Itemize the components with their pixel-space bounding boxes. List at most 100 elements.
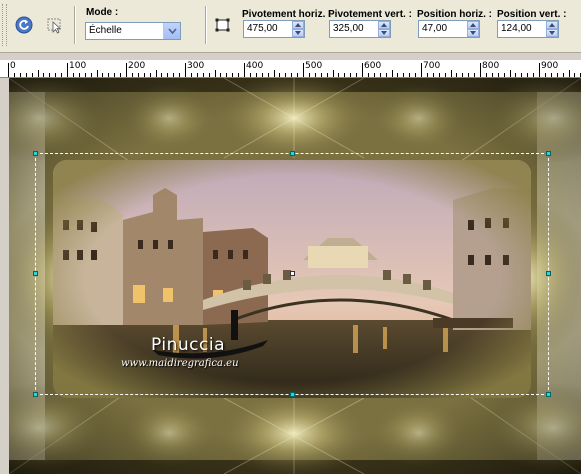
spin-down-icon	[549, 31, 555, 35]
spin-up-icon	[381, 23, 387, 27]
ruler-minor-tick	[373, 73, 375, 77]
ruler-major-tick	[539, 63, 540, 77]
ruler-minor-tick	[31, 73, 33, 77]
ruler-minor-tick	[137, 73, 139, 77]
ruler-label: 0	[10, 61, 16, 71]
position-horiz-down[interactable]	[467, 29, 479, 37]
ruler-minor-tick	[155, 70, 157, 77]
ruler-minor-tick	[509, 70, 511, 77]
pivot-horiz-label: Pivotement horiz. :	[242, 9, 332, 20]
ruler-minor-tick	[149, 73, 151, 77]
deform-bounding-box[interactable]	[33, 151, 551, 397]
toolbar-separator	[205, 6, 207, 44]
pivot-horiz-input[interactable]: 475,00	[243, 20, 305, 38]
ruler-label: 800	[482, 61, 500, 71]
ruler-minor-tick	[403, 73, 405, 77]
frame-button[interactable]	[212, 14, 234, 36]
ruler-minor-tick	[273, 70, 275, 77]
ruler-minor-tick	[533, 73, 535, 77]
handle-top-center[interactable]	[290, 151, 295, 156]
handle-middle-right[interactable]	[546, 271, 551, 276]
ruler-minor-tick	[78, 73, 80, 77]
ruler-minor-tick	[108, 73, 110, 77]
pivot-vert-input[interactable]: 325,00	[329, 20, 391, 38]
ruler-minor-tick	[521, 73, 523, 77]
ruler-minor-tick	[515, 73, 517, 77]
ruler-minor-tick	[338, 73, 340, 77]
ruler-minor-tick	[438, 73, 440, 77]
ruler-minor-tick	[456, 73, 458, 77]
mode-select[interactable]: Échelle	[85, 22, 181, 40]
position-horiz-input[interactable]: 47,00	[418, 20, 480, 38]
reset-button[interactable]	[13, 14, 35, 36]
pivot-vert-up[interactable]	[378, 21, 390, 29]
pivot-horiz-up[interactable]	[292, 21, 304, 29]
ruler-minor-tick	[297, 73, 299, 77]
handle-bottom-right[interactable]	[546, 392, 551, 397]
image-canvas[interactable]: Pinuccia www.maidiregrafica.eu	[9, 78, 581, 474]
spin-up-icon	[295, 23, 301, 27]
ruler-minor-tick	[220, 73, 222, 77]
ruler-minor-tick	[61, 73, 63, 77]
ruler-minor-tick	[356, 73, 358, 77]
ruler-minor-tick	[214, 70, 216, 77]
ruler-major-tick	[362, 63, 363, 77]
ruler-major-tick	[67, 63, 68, 77]
pivot-vert-down[interactable]	[378, 29, 390, 37]
handle-top-right[interactable]	[546, 151, 551, 156]
ruler-minor-tick	[385, 73, 387, 77]
pivot-handle[interactable]	[290, 271, 295, 276]
ruler-major-tick	[421, 63, 422, 77]
ruler-minor-tick	[497, 73, 499, 77]
ruler-minor-tick	[544, 73, 546, 77]
ruler-minor-tick	[344, 73, 346, 77]
ruler-minor-tick	[308, 73, 310, 77]
ruler-minor-tick	[196, 73, 198, 77]
ruler-minor-tick	[568, 70, 570, 77]
position-vert-input[interactable]: 124,00	[497, 20, 559, 38]
ruler-minor-tick	[238, 73, 240, 77]
ruler-minor-tick	[397, 73, 399, 77]
position-vert-up[interactable]	[546, 21, 558, 29]
reset-icon	[15, 16, 33, 34]
ruler-minor-tick	[468, 73, 470, 77]
ruler-minor-tick	[391, 70, 393, 77]
horizontal-ruler[interactable]: 0 100 200 300 400 500 600 700 800 900	[0, 60, 581, 78]
ruler-minor-tick	[550, 73, 552, 77]
handle-top-left[interactable]	[33, 151, 38, 156]
toolbar-grip[interactable]	[2, 4, 7, 46]
mode-value: Échelle	[89, 25, 122, 36]
position-horiz-label: Position horiz. :	[417, 9, 492, 20]
ruler-minor-tick	[161, 73, 163, 77]
ruler-minor-tick	[19, 73, 21, 77]
ruler-minor-tick	[462, 73, 464, 77]
handle-bottom-left[interactable]	[33, 392, 38, 397]
mode-label: Mode :	[86, 7, 119, 18]
ruler-minor-tick	[179, 73, 181, 77]
ruler-minor-tick	[332, 70, 334, 77]
ruler-minor-tick	[415, 73, 417, 77]
pivot-horiz-down[interactable]	[292, 29, 304, 37]
ruler-label: 200	[128, 61, 146, 71]
ruler-minor-tick	[249, 73, 251, 77]
ruler-minor-tick	[485, 73, 487, 77]
ruler-minor-tick	[267, 73, 269, 77]
handle-middle-left[interactable]	[33, 271, 38, 276]
ruler-minor-tick	[444, 73, 446, 77]
position-horiz-up[interactable]	[467, 21, 479, 29]
mode-dropdown-button[interactable]	[163, 23, 180, 39]
pivot-vert-label: Pivotement vert. :	[328, 9, 412, 20]
handle-bottom-center[interactable]	[290, 392, 295, 397]
ruler-minor-tick	[562, 73, 564, 77]
position-vert-down[interactable]	[546, 29, 558, 37]
ruler-minor-tick	[291, 73, 293, 77]
pick-tool-button[interactable]	[44, 14, 66, 36]
toolbar-separator	[74, 6, 76, 44]
position-horiz-value: 47,00	[422, 23, 448, 34]
pivot-vert-value: 325,00	[333, 23, 364, 34]
ruler-minor-tick	[279, 73, 281, 77]
ruler-minor-tick	[102, 73, 104, 77]
ruler-label: 900	[541, 61, 559, 71]
ruler-minor-tick	[379, 73, 381, 77]
ruler-label: 100	[69, 61, 87, 71]
